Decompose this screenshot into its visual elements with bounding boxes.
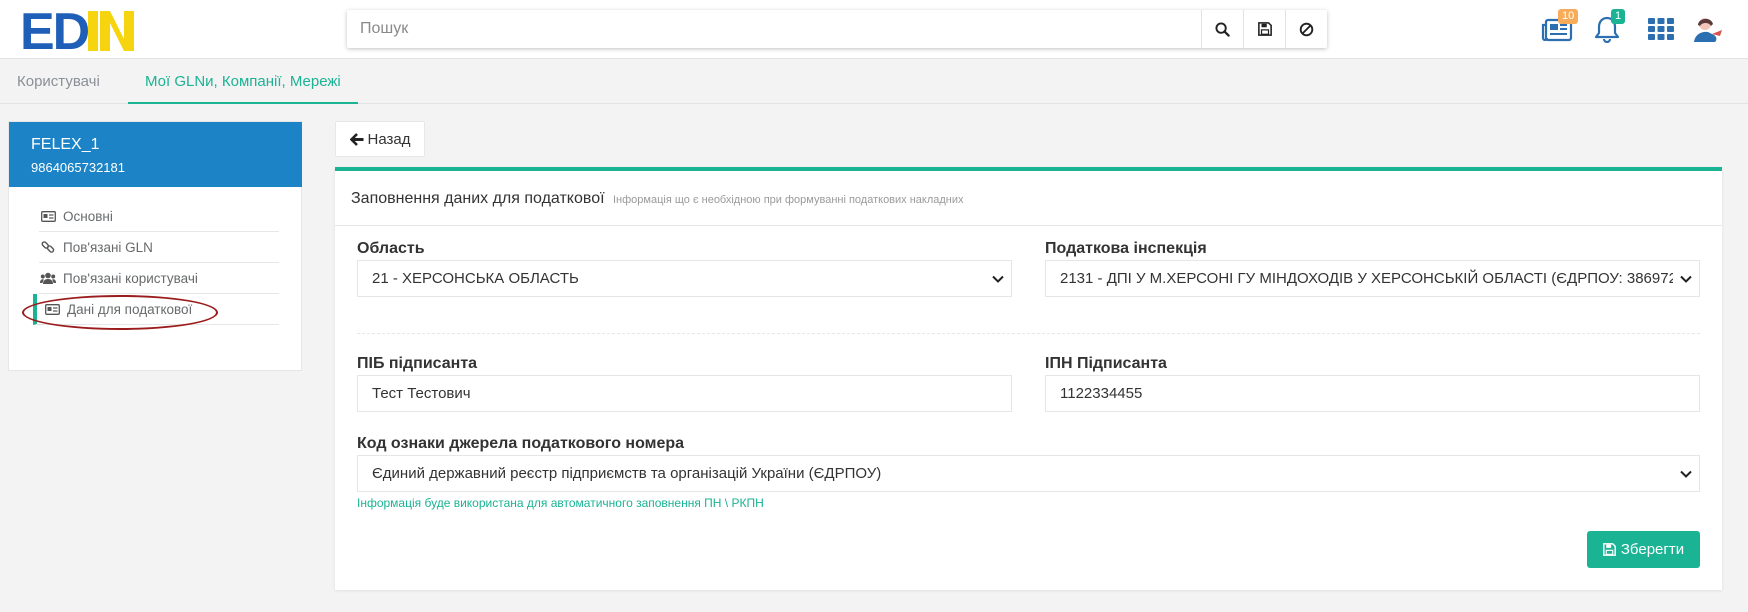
inspection-value: 2131 - ДПІ У М.ХЕРСОНІ ГУ МІНДОХОДІВ У Х… — [1060, 270, 1699, 287]
card-title: Заповнення даних для податкової Інформац… — [351, 190, 964, 208]
id-card-icon — [43, 303, 61, 315]
sidebar-item-linked-gln[interactable]: Пов'язані GLN — [39, 232, 279, 263]
chevron-down-icon — [985, 261, 1011, 296]
chevron-down-icon — [1673, 456, 1699, 491]
tab-users[interactable]: Користувачі — [17, 59, 100, 104]
id-card-icon — [39, 210, 57, 222]
save-label: Зберегти — [1620, 541, 1685, 558]
source-select[interactable]: Єдиний державний реєстр підприємств та о… — [357, 455, 1700, 492]
region-select[interactable]: 21 - ХЕРСОНСЬКА ОБЛАСТЬ — [357, 260, 1012, 297]
floppy-icon — [1602, 543, 1616, 556]
tab-bar: Користувачі Мої GLNи, Компанії, Мережі — [0, 59, 1748, 104]
back-button[interactable]: Назад — [335, 121, 425, 157]
users-icon — [39, 272, 57, 284]
sidebar-item-linked-users[interactable]: Пов'язані користувачі — [39, 263, 279, 294]
link-icon — [39, 240, 57, 254]
signer-input[interactable]: Тест Тестович — [357, 375, 1012, 412]
floppy-icon — [1257, 22, 1272, 36]
search-bar — [347, 10, 1327, 48]
search-input[interactable] — [347, 10, 1201, 48]
avatar-icon — [1694, 18, 1722, 42]
company-name: FELEX_1 — [31, 136, 100, 153]
sidebar-item-tax-data[interactable]: Дані для податкової — [33, 294, 279, 325]
company-card: FELEX_1 9864065732181 Основні Пов'язані … — [8, 121, 302, 371]
top-bar: ED 10 1 — [0, 0, 1748, 59]
ipn-value: 1122334455 — [1060, 385, 1143, 402]
sidebar-item-label: Пов'язані користувачі — [63, 270, 198, 286]
notifications-button[interactable]: 1 — [1590, 9, 1626, 47]
ipn-label: ІПН Підписанта — [1045, 355, 1167, 372]
tab-my-glns[interactable]: Мої GLNи, Компанії, Мережі — [128, 59, 358, 104]
sidebar-item-label: Основні — [63, 208, 113, 224]
ban-icon — [1299, 22, 1314, 36]
save-search-button[interactable] — [1243, 10, 1285, 48]
sidebar-item-label: Пов'язані GLN — [63, 239, 153, 255]
region-label: Область — [357, 240, 425, 257]
arrow-left-icon — [349, 132, 363, 146]
user-avatar[interactable] — [1690, 11, 1726, 47]
search-button[interactable] — [1201, 10, 1243, 48]
card-subtitle: Інформація що є необхідною при формуванн… — [613, 194, 964, 206]
news-button[interactable]: 10 — [1538, 9, 1579, 47]
news-badge: 10 — [1558, 9, 1579, 24]
ipn-input[interactable]: 1122334455 — [1045, 375, 1700, 412]
company-gln: 9864065732181 — [31, 160, 125, 175]
back-label: Назад — [367, 130, 411, 148]
inspection-select[interactable]: 2131 - ДПІ У М.ХЕРСОНІ ГУ МІНДОХОДІВ У Х… — [1045, 260, 1700, 297]
chevron-down-icon — [1673, 261, 1699, 296]
source-hint: Інформація буде використана для автомати… — [357, 496, 764, 510]
apps-button[interactable] — [1644, 11, 1678, 47]
card-title-text: Заповнення даних для податкової — [351, 190, 605, 207]
card-header: Заповнення даних для податкової Інформац… — [335, 171, 1722, 226]
edin-logo[interactable]: ED — [20, 5, 145, 53]
grid-icon — [1648, 18, 1674, 40]
source-label: Код ознаки джерела податкового номера — [357, 435, 685, 452]
svg-text:ED: ED — [20, 5, 89, 53]
source-value: Єдиний державний реєстр підприємств та о… — [372, 465, 882, 482]
sidebar-item-label: Дані для податкової — [67, 301, 193, 317]
region-value: 21 - ХЕРСОНСЬКА ОБЛАСТЬ — [372, 270, 579, 287]
inspection-label: Податкова інспекція — [1045, 240, 1207, 257]
clear-search-button[interactable] — [1285, 10, 1327, 48]
save-button[interactable]: Зберегти — [1587, 531, 1700, 568]
sidebar-item-main[interactable]: Основні — [39, 201, 279, 232]
signer-label: ПІБ підписанта — [357, 355, 478, 372]
search-icon — [1215, 21, 1230, 37]
form-divider — [357, 333, 1700, 334]
notifications-badge: 1 — [1611, 9, 1626, 24]
signer-value: Тест Тестович — [372, 385, 471, 402]
company-card-header: FELEX_1 9864065732181 — [9, 122, 302, 187]
